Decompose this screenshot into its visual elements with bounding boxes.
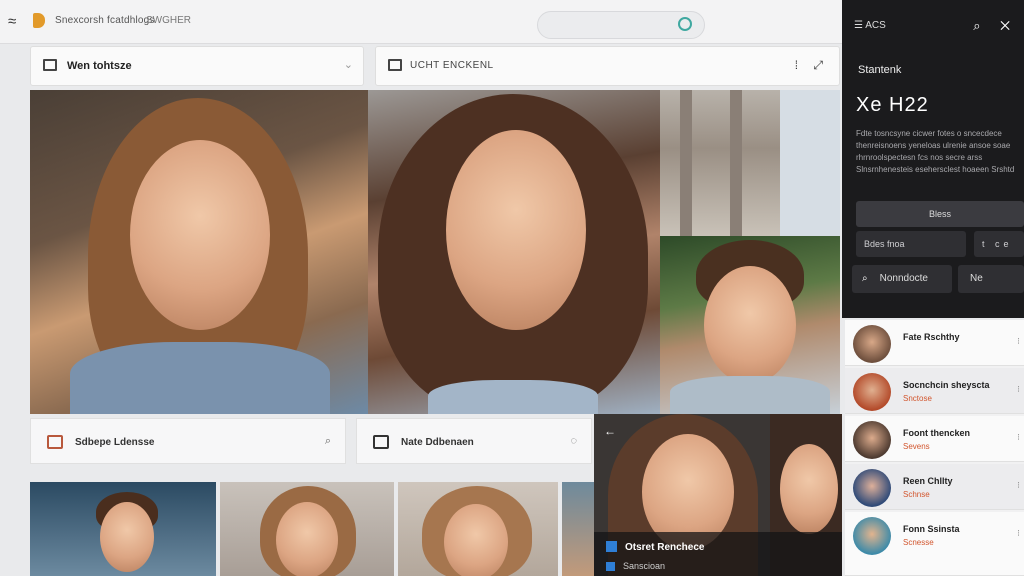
user-meta: Sevens [903,442,930,451]
info-bar-right[interactable]: Nate Ddbenaen ◌ [356,418,592,464]
info-bar-right-label: Nate Ddbenaen [401,437,474,448]
thumbnail-2[interactable] [220,482,394,576]
back-arrow-icon[interactable]: ← [604,424,616,438]
photo-column [680,90,692,236]
photo-face [704,266,796,384]
video-second-face [780,444,838,534]
photo-man-right[interactable] [660,236,840,414]
user-meta: Schnse [903,490,930,499]
app-title: Snexcorsh fcatdhlogs [55,15,155,26]
avatar [853,469,891,507]
panel-field-1[interactable]: Bdes fnoa [856,231,966,257]
list-item[interactable]: Fonn Ssinsta Scnesse ⁝ [845,512,1024,576]
panel-field-3[interactable]: Ne [958,265,1024,293]
toolbar-right-label: UCHT ENCKENL [410,60,494,71]
thumbnail-3[interactable] [398,482,558,576]
user-list: Fate Rschthy ⁝ Socnchcin sheyscta Snctos… [845,320,1024,576]
more-icon[interactable]: ⁝ [1017,384,1020,395]
panel-description: Fdte tosncsyne cicwer fotes o sncecdece … [856,129,1015,174]
toolbar-actions[interactable]: ⁞ ⤢ [795,58,829,73]
panel-button[interactable]: Bless [856,201,1024,227]
panel-search[interactable]: ⌕ Nonndocte [852,265,952,293]
panel-number: Xe H22 [856,94,929,116]
photo-window [780,90,840,236]
panel-header: ☰ ACS [854,20,886,31]
photo-face [100,502,154,572]
user-meta: Scnesse [903,538,934,547]
more-icon[interactable]: ⁝ [1017,480,1020,491]
photo-face [276,502,338,576]
search-input[interactable] [537,11,705,39]
list-icon [43,59,57,71]
avatar [853,421,891,459]
list-item[interactable]: Reen Chllty Schnse ⁝ [845,464,1024,510]
video-caption: Otsret Renchece [606,541,704,553]
user-name: Fate Rschthy [903,332,960,342]
video-x-icon [606,541,617,552]
photo-woman-left[interactable] [30,90,368,414]
photo-face [446,130,586,330]
app-subtitle: SWGHER [146,15,191,26]
avatar [853,325,891,363]
panel-search-label: Nonndocte [879,273,928,284]
menu-icon[interactable]: ≈ [8,13,16,30]
thumbnail-1[interactable] [30,482,216,576]
panel-header-text: ACS [865,20,886,31]
photo-face [130,140,270,330]
video-subcaption-text: Sanscioan [623,561,666,571]
app-logo [33,13,45,28]
video-subcaption: Sanscioan [606,561,665,571]
search-icon[interactable] [678,17,692,31]
user-name: Foont thencken [903,428,970,438]
photo-shirt [670,376,830,414]
settings-icon[interactable]: ◌ [570,435,577,447]
search-icon: ⌕ [862,273,868,284]
user-name: Reen Chllty [903,476,953,486]
video-caption-text: Otsret Renchece [625,542,705,553]
photo-shirt [70,342,330,414]
photo-woman-center[interactable] [368,90,660,414]
photo-face [444,504,508,576]
info-bar-left-label: Sdbepe Ldensse [75,437,155,448]
avatar [853,373,891,411]
list-item[interactable]: Fate Rschthy ⁝ [845,320,1024,366]
image-icon [47,435,63,449]
user-meta: Snctose [903,394,932,403]
video-play-icon [606,562,615,571]
panel-subtitle: Stantenk [858,64,902,76]
more-icon[interactable]: ⁝ [1017,528,1020,539]
photo-building[interactable] [660,90,840,236]
user-name: Socnchcin sheyscta [903,380,990,390]
photo-column [730,90,742,236]
more-icon[interactable]: ⁝ [1017,336,1020,347]
toolbar-left[interactable]: Wen tohtsze ⌄ [30,46,364,86]
info-bar-left[interactable]: Sdbepe Ldensse ⌕ [30,418,346,464]
list-item[interactable]: Socnchcin sheyscta Snctose ⁝ [845,368,1024,414]
list-item[interactable]: Foont thencken Sevens ⁝ [845,416,1024,462]
top-bar: ≈ Snexcorsh fcatdhlogs SWGHER [0,0,842,44]
user-name: Fonn Ssinsta [903,524,960,534]
toolbar-right[interactable]: UCHT ENCKENL ⁞ ⤢ [375,46,840,86]
panel-field-2[interactable]: t ce [974,231,1024,257]
panel-icons[interactable]: ⌕ ✕ [973,18,1018,34]
photo-shirt [428,380,598,414]
document-icon [388,59,402,71]
avatar [853,517,891,555]
chevron-down-icon[interactable]: ⌄ [344,58,353,71]
more-icon[interactable]: ⁝ [1017,432,1020,443]
zoom-icon[interactable]: ⌕ [325,435,331,448]
monitor-icon [373,435,389,449]
toolbar-left-label: Wen tohtsze [67,60,132,72]
